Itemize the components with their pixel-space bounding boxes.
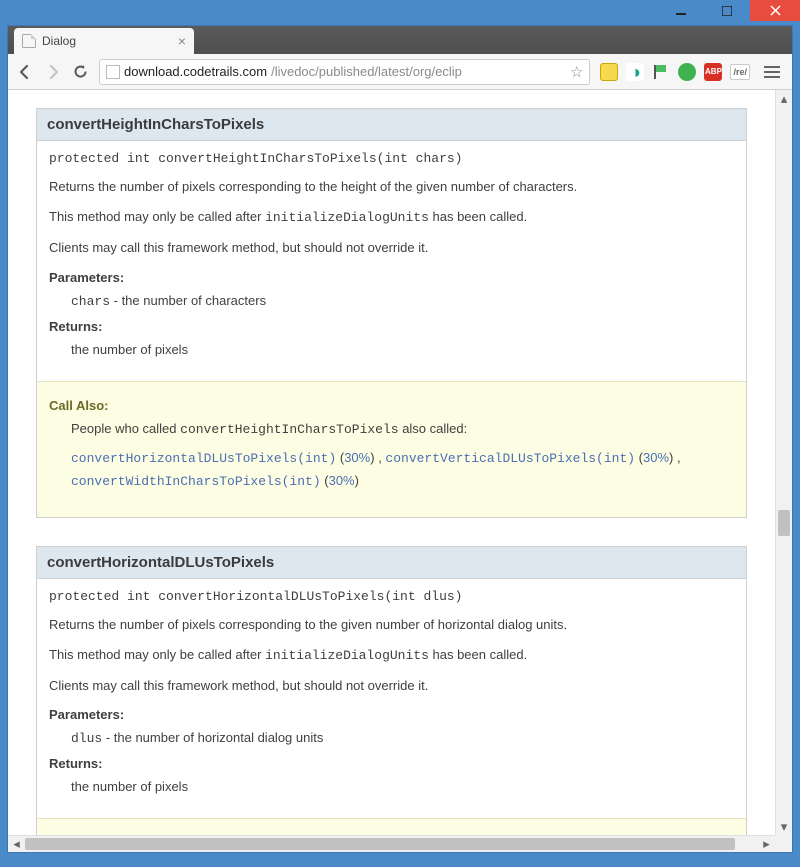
tab-close-icon[interactable]: ×	[178, 34, 186, 48]
call-also-links: convertHorizontalDLUsToPixels(int) (30%)…	[49, 447, 734, 493]
chrome-menu-button[interactable]	[760, 62, 784, 82]
scroll-left-icon[interactable]: ◂	[8, 836, 25, 852]
url-host: download.codetrails.com	[124, 64, 267, 79]
extension-icons: ◑ ABP /re/	[600, 63, 750, 81]
extension-icon-3[interactable]	[652, 63, 670, 81]
extension-icon-4[interactable]	[678, 63, 696, 81]
method-description: Returns the number of pixels correspondi…	[49, 616, 734, 634]
vertical-scrollbar[interactable]: ▴ ▾	[775, 90, 792, 835]
page-small-icon	[106, 65, 120, 79]
adblock-icon[interactable]: ABP	[704, 63, 722, 81]
tab-title: Dialog	[42, 34, 76, 48]
method-heading: convertHorizontalDLUsToPixels	[37, 547, 746, 579]
browser-toolbar: download.codetrails.com/livedoc/publishe…	[8, 54, 792, 90]
scroll-down-icon[interactable]: ▾	[776, 818, 792, 835]
method-signature: protected int convertHeightInCharsToPixe…	[49, 151, 734, 166]
parameters-label: Parameters:	[49, 270, 734, 285]
related-method-link[interactable]: convertVerticalDLUsToPixels(int)	[385, 451, 635, 466]
related-pct: 30%	[329, 473, 355, 488]
related-pct: 30%	[344, 450, 370, 465]
horizontal-scrollbar[interactable]: ◂ ▸	[8, 835, 775, 852]
titlebar[interactable]	[7, 0, 800, 25]
method-description: Clients may call this framework method, …	[49, 239, 734, 257]
parameter-item: dlus - the number of horizontal dialog u…	[49, 730, 734, 746]
call-also-section: Call Also: People who called convertHeig…	[37, 381, 746, 517]
scroll-thumb[interactable]	[25, 838, 735, 850]
method-heading: convertHeightInCharsToPixels	[37, 109, 746, 141]
page-icon	[22, 34, 36, 48]
scroll-corner	[775, 835, 792, 852]
browser-window: Dialog × download.codetrails.com/livedoc…	[7, 25, 793, 853]
parameters-label: Parameters:	[49, 707, 734, 722]
method-description: Returns the number of pixels correspondi…	[49, 178, 734, 196]
returns-label: Returns:	[49, 756, 734, 771]
browser-tab[interactable]: Dialog ×	[14, 28, 194, 54]
method-description: Clients may call this framework method, …	[49, 677, 734, 695]
close-button[interactable]	[750, 0, 800, 21]
window-frame: Dialog × download.codetrails.com/livedoc…	[0, 0, 800, 867]
returns-value: the number of pixels	[49, 779, 734, 794]
method-signature: protected int convertHorizontalDLUsToPix…	[49, 589, 734, 604]
returns-value: the number of pixels	[49, 342, 734, 357]
extension-icon-2[interactable]: ◑	[626, 63, 644, 81]
call-also-intro: People who called convertHeightInCharsTo…	[49, 421, 734, 437]
scroll-thumb[interactable]	[778, 510, 790, 536]
related-method-link[interactable]: convertWidthInCharsToPixels(int)	[71, 474, 321, 489]
address-bar[interactable]: download.codetrails.com/livedoc/publishe…	[99, 59, 590, 85]
minimize-button[interactable]	[658, 0, 704, 21]
scroll-up-icon[interactable]: ▴	[776, 90, 792, 107]
returns-label: Returns:	[49, 319, 734, 334]
call-also-section: Call Also: People who called convertHori…	[37, 818, 746, 835]
method-block: convertHorizontalDLUsToPixels protected …	[36, 546, 747, 835]
tab-strip: Dialog ×	[8, 26, 792, 54]
method-description: This method may only be called after ini…	[49, 646, 734, 665]
back-button[interactable]	[16, 63, 34, 81]
scroll-right-icon[interactable]: ▸	[758, 836, 775, 852]
reload-button[interactable]	[72, 63, 89, 80]
url-path: /livedoc/published/latest/org/eclip	[271, 64, 462, 79]
call-also-label: Call Also:	[49, 398, 734, 413]
page-content: convertHeightInCharsToPixels protected i…	[8, 90, 775, 835]
forward-button[interactable]	[44, 63, 62, 81]
related-pct: 30%	[643, 450, 669, 465]
related-method-link[interactable]: convertHorizontalDLUsToPixels(int)	[71, 451, 336, 466]
bookmark-star-icon[interactable]: ☆	[570, 63, 583, 81]
extension-re[interactable]: /re/	[730, 64, 750, 80]
method-description: This method may only be called after ini…	[49, 208, 734, 227]
extension-icon-1[interactable]	[600, 63, 618, 81]
maximize-button[interactable]	[704, 0, 750, 21]
method-block: convertHeightInCharsToPixels protected i…	[36, 108, 747, 518]
parameter-item: chars - the number of characters	[49, 293, 734, 309]
content-area: convertHeightInCharsToPixels protected i…	[8, 90, 792, 852]
